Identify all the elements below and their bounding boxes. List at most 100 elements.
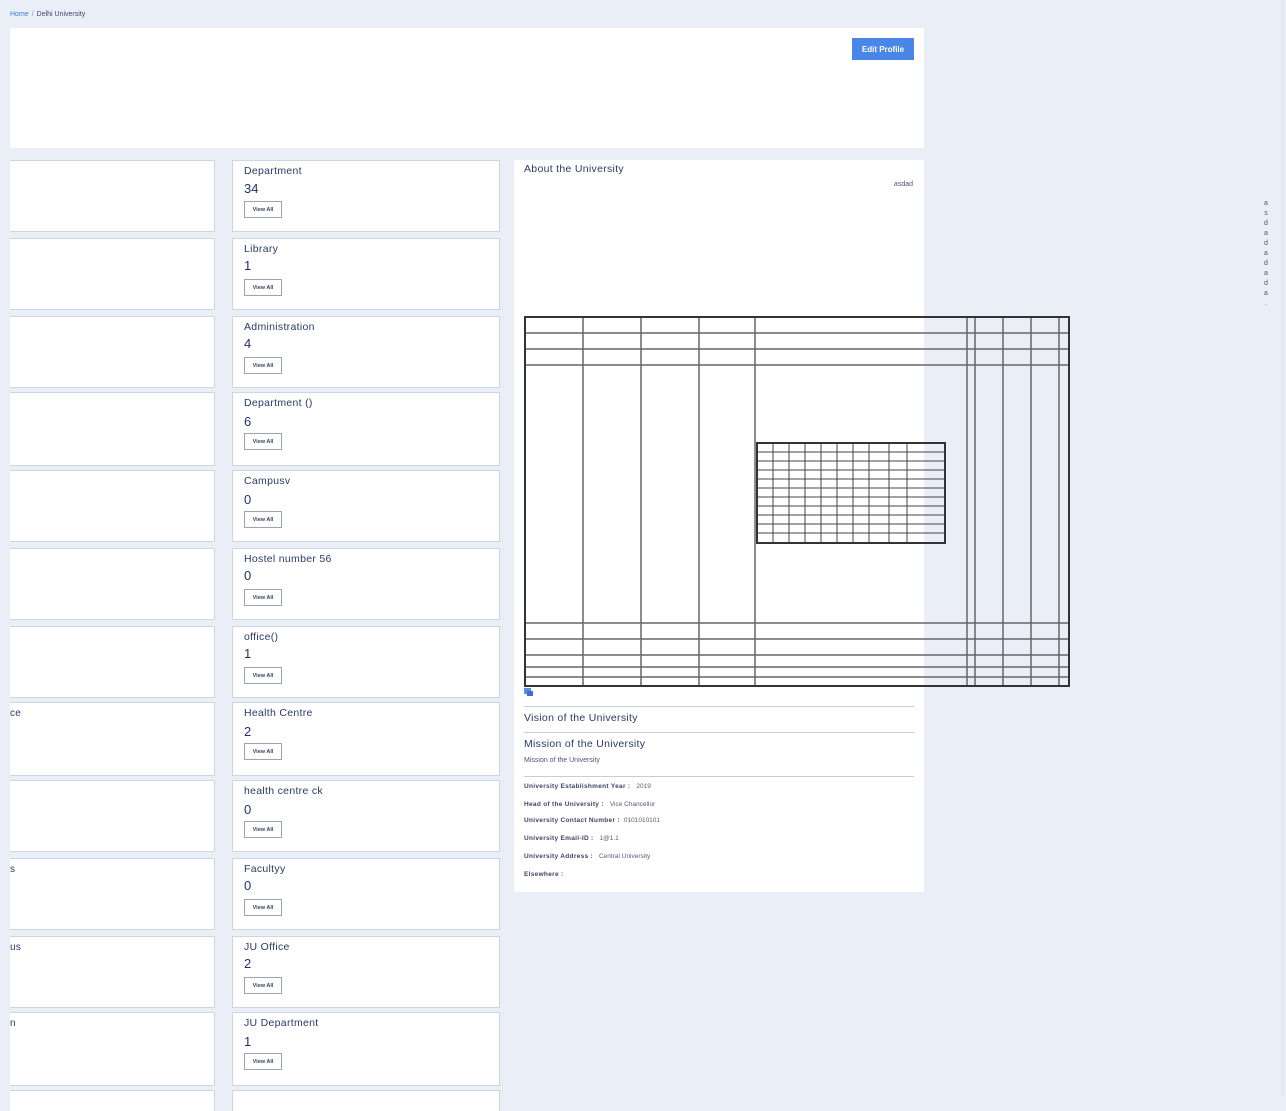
vertical-char: a: [1264, 230, 1268, 237]
vertical-char: a: [1264, 250, 1268, 257]
card-title: Administration: [244, 321, 315, 333]
left-card[interactable]: [10, 470, 215, 542]
breadcrumb: Home / Delhi University: [10, 11, 85, 18]
count-card-campus: Campusv 0 View All: [232, 470, 500, 542]
info-elsewhere: Elsewhere :: [524, 871, 569, 878]
edit-profile-button[interactable]: Edit Profile: [852, 38, 914, 60]
mission-text: Mission of the University: [524, 757, 600, 764]
divider: [524, 732, 914, 733]
card-count: 34: [244, 181, 259, 196]
left-card-title-fragment: n: [10, 1018, 16, 1029]
card-title: Library: [244, 243, 279, 255]
mission-title: Mission of the University: [524, 738, 646, 750]
view-all-button[interactable]: View All: [244, 743, 282, 760]
count-card-ju-department: JU Department 1 View All: [232, 1012, 500, 1086]
card-title: Health Centre: [244, 707, 313, 719]
count-card-partial: [232, 1090, 500, 1111]
card-count: 4: [244, 336, 252, 351]
left-card[interactable]: s: [10, 858, 215, 930]
card-title: office(): [244, 631, 279, 643]
count-card-faculty: Facultyy 0 View All: [232, 858, 500, 930]
view-all-button[interactable]: View All: [244, 279, 282, 296]
view-all-button[interactable]: View All: [244, 433, 282, 450]
view-all-button[interactable]: View All: [244, 977, 282, 994]
card-title: health centre ck: [244, 785, 323, 797]
divider: [524, 776, 914, 777]
left-card[interactable]: [10, 780, 215, 852]
about-title: About the University: [524, 163, 624, 175]
count-card-department: Department 34 View All: [232, 160, 500, 232]
card-count: 0: [244, 492, 252, 507]
card-title: JU Office: [244, 941, 290, 953]
left-card[interactable]: [10, 316, 215, 388]
info-label: Head of the University :: [524, 801, 604, 808]
card-count: 0: [244, 568, 252, 583]
card-count: 1: [244, 1034, 252, 1049]
left-card[interactable]: [10, 1090, 215, 1111]
card-count: 1: [244, 646, 252, 661]
card-title: JU Department: [244, 1017, 319, 1029]
info-contact-number: University Contact Number :0101010101: [524, 817, 660, 824]
info-value: 2019: [636, 783, 651, 790]
vertical-char: d: [1264, 260, 1268, 267]
info-value: 0101010101: [623, 817, 661, 824]
profile-header-card: Edit Profile: [10, 28, 924, 148]
vertical-char: a: [1264, 200, 1268, 207]
left-card[interactable]: ce: [10, 702, 215, 776]
view-all-button[interactable]: View All: [244, 899, 282, 916]
overflow-vertical-text: a s d a d a d a d a .: [1263, 199, 1269, 309]
card-count: 6: [244, 414, 252, 429]
view-all-button[interactable]: View All: [244, 357, 282, 374]
left-card[interactable]: [10, 626, 215, 698]
info-value: Vice Chancellor: [609, 801, 656, 808]
left-card[interactable]: [10, 392, 215, 466]
left-card[interactable]: [10, 238, 215, 310]
about-text: asdad: [893, 181, 913, 188]
info-label: University Email-ID :: [524, 835, 594, 842]
card-title: Campusv: [244, 475, 291, 487]
info-label: University Address :: [524, 853, 593, 860]
left-card[interactable]: n: [10, 1012, 215, 1086]
card-title: Hostel number 56: [244, 553, 332, 565]
count-card-office: office() 1 View All: [232, 626, 500, 698]
count-card-department-2: Department () 6 View All: [232, 392, 500, 466]
count-card-health-centre: Health Centre 2 View All: [232, 702, 500, 776]
info-label: University Contact Number :: [524, 817, 620, 824]
view-all-button[interactable]: View All: [244, 667, 282, 684]
card-count: 0: [244, 878, 252, 893]
card-title: Department (): [244, 397, 313, 409]
vertical-char: .: [1265, 300, 1267, 307]
view-all-button[interactable]: View All: [244, 589, 282, 606]
left-card-title-fragment: us: [10, 942, 22, 953]
info-email: University Email-ID : 1@1.1: [524, 835, 619, 842]
vertical-char: d: [1264, 280, 1268, 287]
count-card-administration: Administration 4 View All: [232, 316, 500, 388]
left-card-title-fragment: s: [10, 864, 16, 875]
breadcrumb-home-link[interactable]: Home: [10, 11, 29, 18]
left-card[interactable]: [10, 160, 215, 232]
view-all-button[interactable]: View All: [244, 201, 282, 218]
info-head: Head of the University : Vice Chancellor: [524, 801, 655, 808]
card-title: Facultyy: [244, 863, 286, 875]
vision-title: Vision of the University: [524, 712, 638, 724]
broken-image-icon: [524, 688, 533, 696]
count-card-health-centre-ck: health centre ck 0 View All: [232, 780, 500, 852]
info-address: University Address : Central University: [524, 853, 650, 860]
card-count: 2: [244, 956, 252, 971]
breadcrumb-separator: /: [31, 11, 34, 18]
count-card-hostel: Hostel number 56 0 View All: [232, 548, 500, 620]
vertical-char: a: [1264, 290, 1268, 297]
vertical-char: s: [1264, 210, 1268, 217]
info-label: University Establishment Year :: [524, 783, 631, 790]
nested-table-grid-lines: [758, 444, 944, 542]
left-card[interactable]: [10, 548, 215, 620]
view-all-button[interactable]: View All: [244, 1053, 282, 1070]
info-establishment-year: University Establishment Year : 2019: [524, 783, 651, 790]
page-scrollbar[interactable]: [1281, 0, 1284, 1096]
left-card[interactable]: us: [10, 936, 215, 1008]
view-all-button[interactable]: View All: [244, 511, 282, 528]
info-label: Elsewhere :: [524, 871, 564, 878]
info-value: 1@1.1: [599, 835, 619, 842]
embedded-nested-table: [756, 442, 946, 544]
view-all-button[interactable]: View All: [244, 821, 282, 838]
